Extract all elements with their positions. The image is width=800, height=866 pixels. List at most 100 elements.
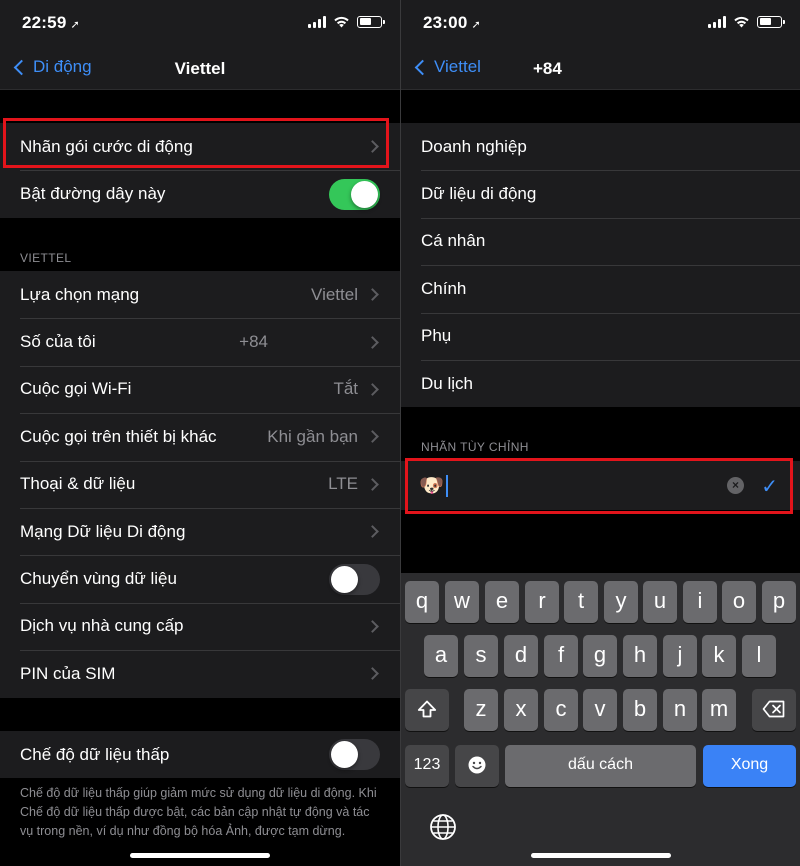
data-roaming-toggle[interactable] [329, 563, 380, 595]
row-label: Thoại & dữ liệu [20, 474, 136, 494]
option-cellular-data[interactable]: Dữ liệu di động [401, 170, 800, 217]
label-options-group: Doanh nghiệp Dữ liệu di động Cá nhân Chí… [401, 123, 800, 408]
section-header: NHÃN TÙY CHỈNH [421, 440, 529, 454]
page-title: Viettel [174, 59, 226, 78]
row-label: Số của tôi [20, 332, 96, 352]
chevron-right-icon [366, 383, 379, 396]
nav-bar: Di động Viettel [0, 46, 400, 90]
status-time: 23:00 ➚ [423, 13, 481, 32]
chevron-right-icon [366, 620, 379, 633]
row-sim-pin[interactable]: PIN của SIM [0, 650, 400, 697]
key-f[interactable]: f [544, 635, 578, 677]
low-data-toggle[interactable] [329, 739, 380, 771]
key-l[interactable]: l [742, 635, 776, 677]
option-business[interactable]: Doanh nghiệp [401, 123, 800, 170]
chevron-right-icon [366, 525, 379, 539]
home-indicator [530, 853, 671, 858]
cellular-signal-icon [308, 15, 326, 28]
row-my-number[interactable]: Số của tôi +84 [0, 318, 400, 365]
option-travel[interactable]: Du lịch [401, 359, 800, 407]
low-data-footnote: Chế độ dữ liệu thấp giúp giảm mức sử dụn… [20, 786, 377, 838]
key-m[interactable]: m [702, 689, 736, 731]
row-label: Mạng Dữ liệu Di động [20, 521, 186, 541]
key-e[interactable]: e [485, 581, 519, 623]
numbers-key[interactable]: 123 [405, 745, 449, 787]
shift-key[interactable] [405, 689, 449, 731]
keyboard: q w e r t y u i o p a s d f g h j k l z … [401, 573, 800, 866]
line-enabled-toggle[interactable] [329, 178, 380, 210]
row-value: LTE [328, 474, 358, 494]
row-network-selection[interactable]: Lựa chọn mạng Viettel [0, 271, 400, 318]
chevron-right-icon [366, 288, 379, 302]
shift-icon [417, 700, 437, 718]
wifi-icon [734, 16, 749, 28]
row-carrier-services[interactable]: Dịch vụ nhà cung cấp [0, 602, 400, 650]
option-personal[interactable]: Cá nhân [401, 217, 800, 265]
option-label: Doanh nghiệp [421, 136, 527, 156]
key-i[interactable]: i [683, 581, 717, 623]
row-voice-data[interactable]: Thoại & dữ liệu LTE [0, 460, 400, 508]
row-data-roaming: Chuyển vùng dữ liệu [0, 555, 400, 602]
row-value: Khi gần bạn [267, 426, 358, 446]
status-bar: 23:00 ➚ [401, 0, 800, 46]
row-value: +84 [239, 332, 268, 352]
highlight-box [3, 118, 389, 168]
done-key[interactable]: Xong [703, 745, 796, 787]
key-z[interactable]: z [464, 689, 498, 731]
row-calls-other-devices[interactable]: Cuộc gọi trên thiết bị khác Khi gần bạn [0, 413, 400, 460]
row-label: PIN của SIM [20, 663, 116, 683]
key-x[interactable]: x [504, 689, 538, 731]
option-label: Dữ liệu di động [421, 184, 537, 204]
option-primary[interactable]: Chính [401, 265, 800, 312]
chevron-left-icon [414, 59, 431, 75]
section-header: VIETTEL [20, 251, 72, 265]
delete-key[interactable] [752, 689, 796, 731]
row-cellular-data-network[interactable]: Mạng Dữ liệu Di động [0, 507, 400, 555]
globe-icon[interactable] [429, 813, 457, 841]
emoji-key[interactable] [455, 745, 499, 787]
space-key[interactable]: dấu cách [505, 745, 696, 787]
row-value: Tắt [333, 379, 358, 399]
key-u[interactable]: u [643, 581, 677, 623]
key-r[interactable]: r [525, 581, 559, 623]
home-indicator [130, 853, 270, 858]
key-h[interactable]: h [623, 635, 657, 677]
chevron-right-icon [366, 335, 379, 349]
option-label: Cá nhân [421, 231, 486, 251]
key-p[interactable]: p [762, 581, 796, 623]
cellular-signal-icon [708, 15, 726, 28]
wifi-icon [334, 16, 349, 28]
backspace-icon [762, 700, 785, 718]
key-b[interactable]: b [623, 689, 657, 731]
low-data-group: Chế độ dữ liệu thấp [0, 731, 400, 779]
nav-bar: Viettel +84 [401, 46, 800, 90]
emoji-icon [468, 756, 486, 774]
key-j[interactable]: j [663, 635, 697, 677]
location-arrow-icon: ➚ [471, 19, 481, 31]
option-label: Du lịch [421, 373, 473, 393]
right-screen: 23:00 ➚ Viettel +84 Doanh nghiệp Dữ liệu … [401, 0, 800, 866]
key-c[interactable]: c [544, 689, 578, 731]
key-q[interactable]: q [405, 581, 439, 623]
key-s[interactable]: s [464, 635, 498, 677]
row-label: Chế độ dữ liệu thấp [20, 744, 170, 764]
key-a[interactable]: a [424, 635, 458, 677]
key-t[interactable]: t [564, 581, 598, 623]
back-button[interactable]: Viettel [413, 57, 481, 77]
key-v[interactable]: v [583, 689, 617, 731]
row-label: Chuyển vùng dữ liệu [20, 569, 177, 589]
key-w[interactable]: w [445, 581, 479, 623]
key-g[interactable]: g [583, 635, 617, 677]
key-d[interactable]: d [504, 635, 538, 677]
key-n[interactable]: n [663, 689, 697, 731]
key-y[interactable]: y [604, 581, 638, 623]
status-time: 22:59 ➚ [22, 13, 80, 32]
option-secondary[interactable]: Phụ [401, 312, 800, 360]
row-label: Cuộc gọi trên thiết bị khác [20, 426, 217, 446]
key-k[interactable]: k [702, 635, 736, 677]
left-screen: 22:59 ➚ Di động Viettel Nhãn gói cước di … [0, 0, 400, 866]
key-o[interactable]: o [722, 581, 756, 623]
row-wifi-calling[interactable]: Cuộc gọi Wi-Fi Tắt [0, 365, 400, 413]
page-title: +84 [533, 59, 562, 78]
row-line-enabled: Bật đường dây này [0, 170, 400, 217]
